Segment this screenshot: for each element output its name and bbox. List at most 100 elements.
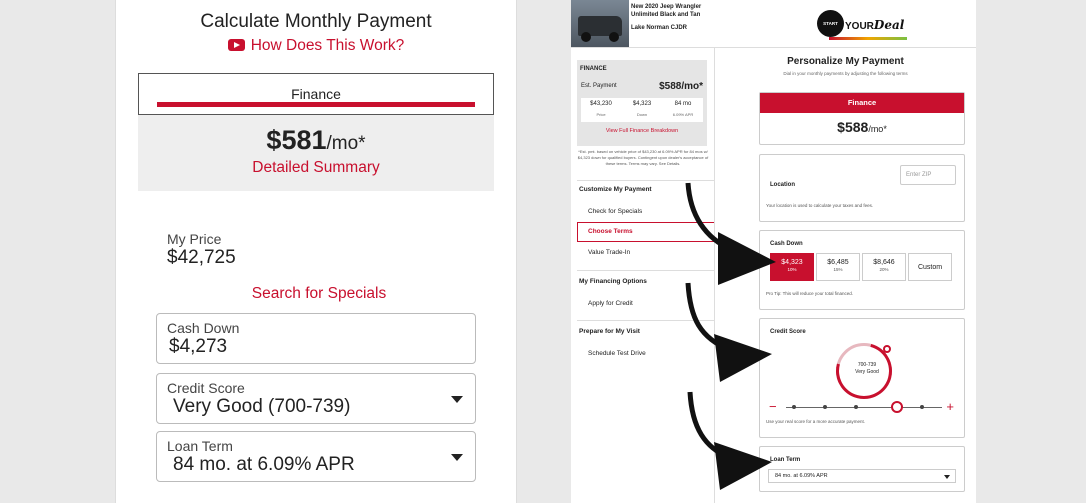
loan-term-heading: Loan Term	[770, 457, 801, 463]
brand-logo: YOURDeal	[845, 18, 904, 32]
cash-down-label: Cash Down	[167, 320, 240, 336]
my-price-label: My Price	[167, 231, 222, 247]
finance-summary-heading: FINANCE	[580, 66, 607, 72]
monthly-payment: $581/mo*	[138, 125, 494, 156]
cash-down-value: $4,273	[169, 336, 228, 357]
loan-term-label: Loan Term	[167, 438, 233, 454]
slider-tick	[792, 405, 796, 409]
credit-score-value: Very Good (700-739)	[173, 396, 351, 417]
nav-item-choose-terms[interactable]: Choose Terms	[588, 228, 633, 235]
personalize-subtitle: Dial in your monthly payments by adjusti…	[783, 71, 908, 76]
logo-deal: Deal	[873, 18, 905, 32]
loan-term-card: Loan Term 84 mo. at 6.09% APR	[759, 446, 965, 492]
nav-item-apply-credit[interactable]: Apply for Credit	[588, 300, 633, 307]
finance-payment: $588/mo*	[760, 119, 964, 135]
payment-amount: $581	[266, 125, 327, 155]
loan-term-value: 84 mo. at 6.09% APR	[173, 454, 355, 475]
cash-option-15[interactable]: $6,485 15%	[816, 253, 860, 281]
credit-score-heading: Credit Score	[770, 329, 806, 335]
stat-down-label: Down	[636, 112, 648, 117]
nav-divider	[577, 180, 714, 181]
nav-item-test-drive[interactable]: Schedule Test Drive	[588, 350, 646, 357]
location-card: Enter ZIP Location Your location is used…	[759, 154, 965, 222]
finance-card: Finance $588/mo*	[759, 92, 965, 145]
view-breakdown-link[interactable]: View Full Finance Breakdown	[577, 128, 707, 134]
nav-divider	[577, 320, 714, 321]
finance-amount: $588	[837, 119, 869, 135]
wheel-shape	[581, 32, 591, 42]
page-title: Calculate Monthly Payment	[200, 11, 432, 32]
pro-tip-note: Pro Tip: This will reduce your total fin…	[766, 291, 853, 296]
nav-item-check-specials[interactable]: Check for Specials	[588, 208, 642, 215]
credit-score-card: Credit Score 700-739 Very Good − + Use yo…	[759, 318, 965, 438]
cash-down-card: Cash Down $4,323 10% $6,485 15% $8,646 20% …	[759, 230, 965, 310]
left-calculator-panel: Calculate Monthly Payment How Does This …	[115, 0, 517, 503]
right-desktop-screenshot: New 2020 Jeep Wrangler Unlimited Black a…	[571, 0, 976, 503]
loan-term-select[interactable]: 84 mo. at 6.09% APR	[768, 469, 956, 483]
vehicle-title: New 2020 Jeep Wrangler Unlimited Black a…	[631, 4, 702, 18]
credit-tier: Very Good	[855, 369, 879, 375]
nav-heading-prepare: Prepare for My Visit	[579, 328, 640, 335]
start-logo-icon: START	[817, 10, 844, 37]
cash-down-heading: Cash Down	[770, 241, 803, 247]
credit-score-select[interactable]: Credit Score Very Good (700-739)	[156, 373, 476, 424]
slider-tick	[920, 405, 924, 409]
cash-option-pct: 10%	[787, 267, 797, 272]
dealer-name: Lake Norman CJDR	[631, 25, 688, 31]
wheel-shape	[609, 32, 619, 42]
sidebar-divider	[714, 47, 715, 503]
dropdown-caret-icon	[451, 454, 463, 461]
payment-summary-box: $581/mo* Detailed Summary	[138, 115, 494, 191]
finance-tab[interactable]: Finance	[760, 93, 964, 113]
my-price-value: $42,725	[167, 247, 236, 268]
logo-your: YOUR	[845, 21, 874, 32]
dropdown-caret-icon	[944, 475, 950, 479]
cash-option-value: $6,485	[827, 259, 849, 266]
tab-finance-label: Finance	[291, 86, 341, 102]
payment-unit: /mo*	[326, 133, 366, 154]
cash-option-value: Custom	[917, 264, 943, 271]
detailed-summary-link[interactable]: Detailed Summary	[138, 159, 494, 177]
cash-option-pct: 20%	[879, 267, 889, 272]
cash-option-value: $4,323	[781, 259, 803, 266]
location-label: Location	[770, 182, 795, 188]
credit-score-label: Credit Score	[167, 380, 245, 396]
cash-option-value: $8,646	[873, 259, 895, 266]
how-it-works-link[interactable]: How Does This Work?	[116, 37, 516, 55]
credit-slider-handle[interactable]	[891, 401, 903, 413]
loan-term-value: 84 mo. at 6.09% APR	[775, 473, 828, 479]
nav-item-value-trade-in[interactable]: Value Trade-In	[588, 249, 630, 256]
dropdown-caret-icon	[451, 396, 463, 403]
slider-tick	[823, 405, 827, 409]
cash-option-20[interactable]: $8,646 20%	[862, 253, 906, 281]
credit-slider-track[interactable]	[786, 407, 942, 408]
stat-down-value: $4,323	[632, 101, 652, 107]
zip-input[interactable]: Enter ZIP	[900, 165, 956, 185]
loan-term-select[interactable]: Loan Term 84 mo. at 6.09% APR	[156, 431, 476, 482]
logo-gradient-bar	[829, 37, 907, 40]
tab-active-indicator	[157, 102, 475, 107]
finance-unit: /mo*	[868, 124, 887, 134]
stat-price-value: $43,230	[590, 101, 612, 107]
stat-term-value: 84 mo	[674, 101, 692, 107]
how-it-works-label: How Does This Work?	[250, 37, 405, 54]
cash-option-10[interactable]: $4,323 10%	[770, 253, 814, 281]
tab-finance[interactable]: Finance	[138, 73, 494, 115]
header-divider	[571, 47, 976, 48]
search-specials-link[interactable]: Search for Specials	[116, 285, 522, 303]
est-payment-value: $588/mo*	[659, 81, 703, 92]
cash-option-custom[interactable]: Custom	[908, 253, 952, 281]
minus-icon[interactable]: −	[769, 399, 777, 414]
credit-range: 700-739	[857, 362, 877, 368]
gauge-handle[interactable]	[883, 345, 891, 353]
plus-icon[interactable]: +	[946, 399, 954, 414]
finance-disclaimer: *Est. pmt. based on vehicle price of $43…	[577, 149, 709, 166]
nav-divider	[577, 270, 714, 271]
stat-term-label: 6.09% APR	[672, 112, 694, 117]
cash-down-input[interactable]: Cash Down $4,273	[156, 313, 476, 364]
finance-summary-card: FINANCE Est. Payment $588/mo* $43,230 Pr…	[577, 60, 707, 146]
credit-gauge-text: 700-739 Very Good	[836, 362, 898, 376]
video-play-icon	[227, 39, 245, 51]
nav-heading-financing: My Financing Options	[579, 278, 647, 285]
personalize-title: Personalize My Payment	[787, 56, 904, 67]
